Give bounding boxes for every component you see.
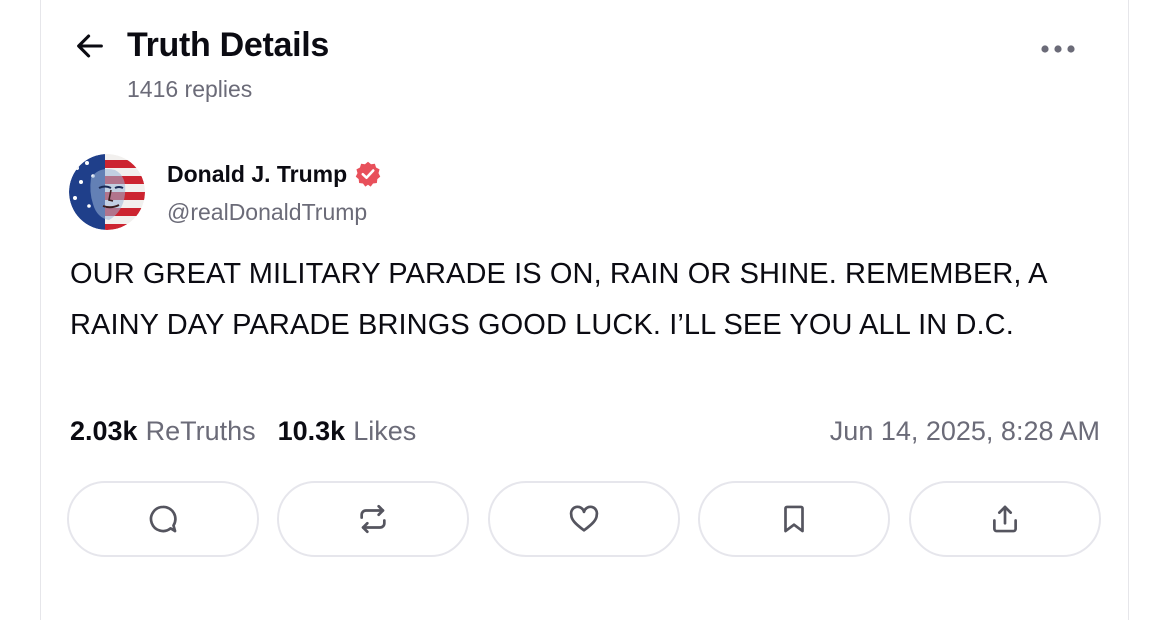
author-name[interactable]: Donald J. Trump bbox=[167, 160, 382, 188]
like-icon bbox=[567, 502, 601, 536]
reply-count: 1416 replies bbox=[127, 76, 253, 102]
likes-label: Likes bbox=[353, 416, 417, 446]
back-button[interactable] bbox=[72, 28, 108, 64]
author-name-text: Donald J. Trump bbox=[167, 160, 348, 187]
more-horizontal-icon bbox=[1040, 44, 1076, 54]
likes-count: 10.3k bbox=[277, 416, 346, 446]
likes-stat[interactable]: 10.3k Likes bbox=[278, 416, 417, 447]
retruth-icon bbox=[356, 502, 390, 536]
bookmark-icon bbox=[777, 502, 811, 536]
arrow-left-icon bbox=[73, 29, 107, 63]
share-button[interactable] bbox=[909, 481, 1101, 557]
bookmark-button[interactable] bbox=[698, 481, 890, 557]
retruths-count: 2.03k bbox=[70, 416, 138, 446]
reply-icon bbox=[146, 502, 180, 536]
avatar[interactable] bbox=[69, 154, 145, 230]
author-handle[interactable]: @realDonaldTrump bbox=[167, 199, 367, 226]
more-options-button[interactable] bbox=[1036, 34, 1080, 64]
page-title: Truth Details bbox=[127, 26, 330, 64]
retruths-label: ReTruths bbox=[145, 416, 256, 446]
post-timestamp: Jun 14, 2025, 8:28 AM bbox=[829, 416, 1100, 446]
verified-badge-icon bbox=[354, 160, 382, 188]
post-stats: 2.03k ReTruths 10.3k Likes bbox=[70, 416, 438, 447]
retruth-button[interactable] bbox=[277, 481, 469, 557]
like-button[interactable] bbox=[488, 481, 680, 557]
post-text: OUR GREAT MILITARY PARADE IS ON, RAIN OR… bbox=[70, 258, 1046, 341]
share-icon bbox=[988, 502, 1022, 536]
reply-button[interactable] bbox=[67, 481, 259, 557]
retruths-stat[interactable]: 2.03k ReTruths bbox=[70, 416, 256, 447]
